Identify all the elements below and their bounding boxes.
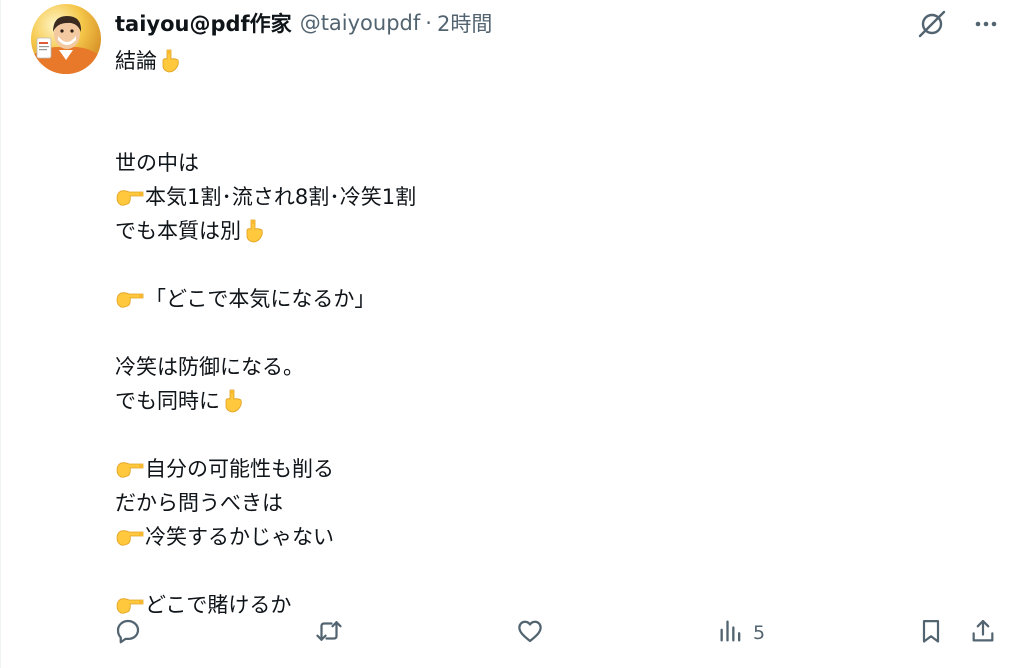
tweet-text-line: 冷笑するかじゃない <box>115 520 995 554</box>
tweet-text-segment: 冷笑は防御になる。 <box>115 355 304 379</box>
pointing-right-icon <box>115 286 145 312</box>
reply-button[interactable] <box>113 612 143 654</box>
tweet-text: 結論 世の中は 本気1割･流され8割･冷笑1割 でも本質は別 「どこで本気になるか」 冷笑… <box>115 44 995 622</box>
tweet-text-segment: 結論 <box>115 49 157 73</box>
reply-icon <box>113 616 143 651</box>
grok-icon[interactable] <box>914 6 950 42</box>
tweet-text-line: でも同時に <box>115 384 995 418</box>
tweet-text-line: 本気1割･流され8割･冷笑1割 <box>115 180 995 214</box>
views-icon <box>717 617 745 650</box>
pointing-right-icon <box>115 184 145 210</box>
tweet-text-line: 世の中は <box>115 146 995 180</box>
bookmark-icon <box>917 616 945 651</box>
top-icons <box>914 6 1004 42</box>
tweet-text-segment: 自分の可能性も削る <box>145 457 334 481</box>
tweet-text-line: 冷笑は防御になる。 <box>115 350 995 384</box>
separator-dot: · <box>425 11 432 35</box>
pointing-right-icon <box>115 456 145 482</box>
handle[interactable]: @taiyoupdf <box>300 11 421 35</box>
views-count: 5 <box>753 622 766 644</box>
like-icon <box>515 616 545 651</box>
tweet-text-line: 「どこで本気になるか」 <box>115 282 995 316</box>
tweet-header: taiyou@pdf作家 @taiyoupdf · 2時間 <box>115 8 492 38</box>
pointing-down-icon <box>241 218 267 244</box>
avatar[interactable] <box>31 4 101 74</box>
tweet-text-segment: 冷笑するかじゃない <box>145 525 334 549</box>
timestamp[interactable]: 2時間 <box>437 8 492 38</box>
share-icon <box>969 616 997 651</box>
pointing-right-icon <box>115 524 145 550</box>
views-button[interactable]: 5 <box>717 612 765 654</box>
display-name[interactable]: taiyou@pdf作家 <box>115 8 292 38</box>
tweet-text-line: でも本質は別 <box>115 214 995 248</box>
pointing-down-icon <box>157 48 183 74</box>
like-button[interactable] <box>515 612 545 654</box>
tweet-text-segment: 世の中は <box>115 151 199 175</box>
tweet-text-line: だから問うべきは <box>115 486 995 520</box>
action-bar: 5 <box>113 612 1003 654</box>
tweet-text-segment: 「どこで本気になるか」 <box>145 287 376 311</box>
tweet-text-segment: でも同時に <box>115 389 220 413</box>
tweet-text-segment: 本気1割･流され8割･冷笑1割 <box>145 185 417 209</box>
tweet-text-segment: でも本質は別 <box>115 219 241 243</box>
tweet-text-line: 自分の可能性も削る <box>115 452 995 486</box>
retweet-button[interactable] <box>313 612 345 654</box>
tweet[interactable]: taiyou@pdf作家 @taiyoupdf · 2時間 結論世の中は本気1割… <box>0 0 1024 668</box>
pointing-down-icon <box>220 388 246 414</box>
more-icon[interactable] <box>968 6 1004 42</box>
bookmark-button[interactable] <box>917 612 945 654</box>
retweet-icon <box>313 616 345 651</box>
share-button[interactable] <box>969 612 997 654</box>
tweet-text-line: 結論 <box>115 44 995 78</box>
tweet-text-segment: だから問うべきは <box>115 491 283 515</box>
